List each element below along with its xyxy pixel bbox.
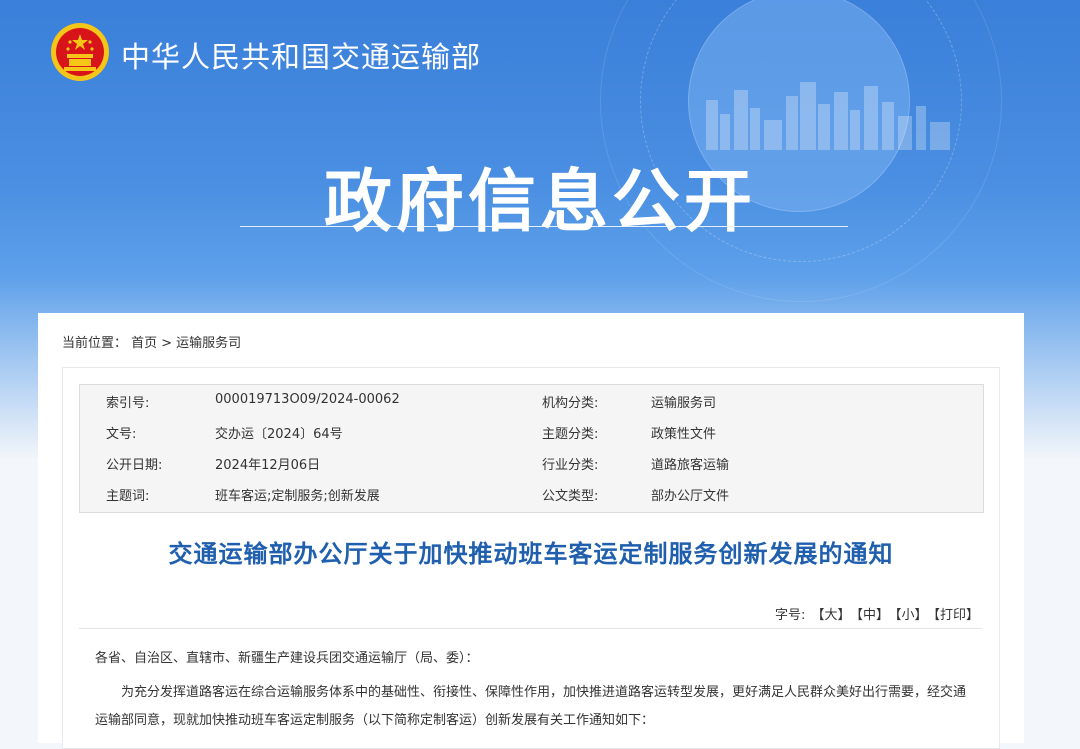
document-body: 各省、自治区、直辖市、新疆生产建设兵团交通运输厅（局、委）： 为充分发挥道路客运… bbox=[95, 645, 975, 735]
breadcrumb-separator: > bbox=[161, 336, 173, 351]
meta-key: 公文类型: bbox=[542, 489, 599, 504]
meta-value: 交办运〔2024〕64号 bbox=[215, 427, 343, 442]
ministry-name[interactable]: 中华人民共和国交通运输部 bbox=[121, 34, 481, 76]
city-skyline-icon bbox=[706, 82, 950, 150]
body-paragraph: 为充分发挥道路客运在综合运输服务体系中的基础性、衔接性、保障性作用，加快推进道路… bbox=[95, 685, 967, 728]
metadata-row: 文号: 交办运〔2024〕64号 主题分类: 政策性文件 bbox=[80, 416, 983, 447]
metadata-row: 主题词: 班车客运;定制服务;创新发展 公文类型: 部办公厅文件 bbox=[80, 478, 983, 509]
font-size-tools: 字号: 【大】 【中】 【小】 【打印】 bbox=[775, 604, 979, 623]
breadcrumb-label: 当前位置： bbox=[62, 336, 128, 351]
meta-value: 政策性文件 bbox=[651, 427, 717, 442]
meta-key: 机构分类: bbox=[542, 396, 599, 411]
national-emblem-icon bbox=[51, 23, 109, 81]
meta-key: 文号: bbox=[106, 427, 137, 442]
font-small-button[interactable]: 【小】 bbox=[895, 608, 928, 623]
meta-key: 行业分类: bbox=[542, 458, 599, 473]
meta-key: 主题词: bbox=[106, 489, 150, 504]
meta-key: 公开日期: bbox=[106, 458, 163, 473]
font-size-label: 字号: bbox=[775, 608, 806, 623]
meta-value: 部办公厅文件 bbox=[651, 489, 730, 504]
breadcrumb: 当前位置： 首页 > 运输服务司 bbox=[62, 332, 241, 351]
breadcrumb-home[interactable]: 首页 bbox=[131, 336, 157, 351]
meta-key: 索引号: bbox=[106, 396, 150, 411]
section-title: 政府信息公开 bbox=[323, 163, 756, 242]
document-title: 交通运输部办公厅关于加快推动班车客运定制服务创新发展的通知 bbox=[168, 540, 894, 568]
font-medium-button[interactable]: 【中】 bbox=[856, 608, 889, 623]
font-large-button[interactable]: 【大】 bbox=[811, 608, 850, 623]
meta-value: 2024年12月06日 bbox=[215, 458, 321, 473]
metadata-row: 公开日期: 2024年12月06日 行业分类: 道路旅客运输 bbox=[80, 447, 983, 478]
print-button[interactable]: 【打印】 bbox=[933, 608, 979, 623]
meta-value: 道路旅客运输 bbox=[651, 458, 730, 473]
content-panel: 当前位置： 首页 > 运输服务司 索引号: 000019713O09/2024-00… bbox=[38, 313, 1024, 749]
title-underline bbox=[240, 226, 848, 227]
meta-value: 运输服务司 bbox=[651, 396, 717, 411]
divider bbox=[79, 628, 982, 629]
document-card: 索引号: 000019713O09/2024-00062 机构分类: 运输服务司… bbox=[62, 367, 1000, 749]
meta-key: 主题分类: bbox=[542, 427, 599, 442]
salutation: 各省、自治区、直辖市、新疆生产建设兵团交通运输厅（局、委）： bbox=[95, 651, 479, 666]
metadata-table: 索引号: 000019713O09/2024-00062 机构分类: 运输服务司… bbox=[79, 384, 984, 513]
metadata-row: 索引号: 000019713O09/2024-00062 机构分类: 运输服务司 bbox=[80, 385, 983, 416]
breadcrumb-department[interactable]: 运输服务司 bbox=[176, 336, 241, 351]
meta-value: 班车客运;定制服务;创新发展 bbox=[215, 489, 380, 504]
meta-value: 000019713O09/2024-00062 bbox=[215, 392, 400, 407]
